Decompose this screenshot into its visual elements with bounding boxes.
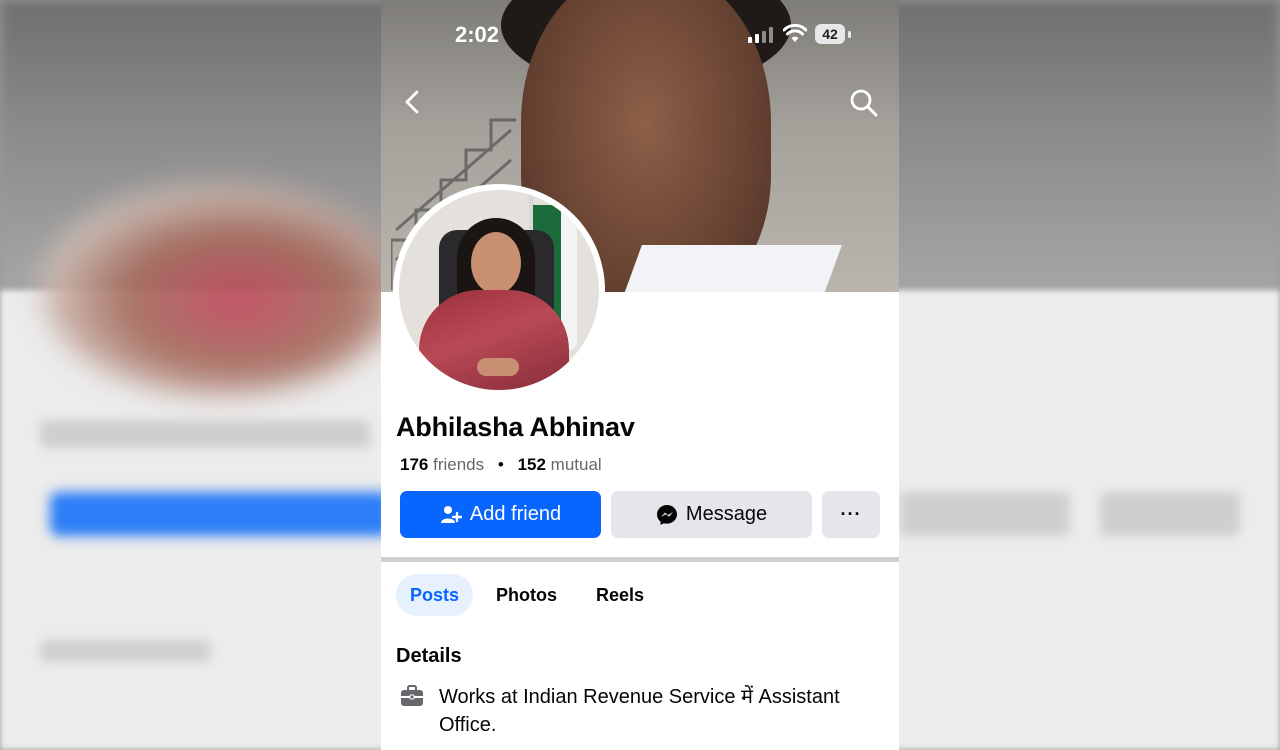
profile-name: Abhilasha Abhinav [396, 412, 635, 442]
search-icon[interactable] [847, 86, 881, 120]
profile-screen: 2:02 42 Abhilasha Abhinav 176 friends • … [381, 0, 899, 750]
add-friend-label: Add friend [469, 503, 562, 525]
blurred-details-backdrop [40, 640, 210, 662]
cover-shirt [620, 245, 842, 292]
blurred-button-backdrop [50, 492, 390, 536]
work-detail-line-1: Works at Indian Revenue Service में Assi… [439, 686, 840, 708]
tab-posts[interactable]: Posts [396, 574, 474, 616]
blurred-message-backdrop [900, 492, 1070, 536]
message-label: Message [685, 503, 768, 525]
blurred-avatar-backdrop [40, 185, 400, 395]
message-button[interactable]: Message [611, 491, 812, 538]
battery-nub [848, 31, 851, 38]
more-options-button[interactable]: ··· [822, 491, 880, 538]
blurred-more-backdrop [1100, 492, 1240, 536]
messenger-icon [656, 504, 677, 525]
wifi-icon [783, 24, 807, 42]
add-friend-button[interactable]: Add friend [400, 491, 601, 538]
work-detail: Works at Indian Revenue Service में Assi… [439, 683, 879, 739]
section-divider [381, 557, 899, 562]
avatar-hands [477, 358, 519, 376]
tab-reels[interactable]: Reels [582, 574, 658, 616]
stats-separator: • [497, 455, 504, 474]
blurred-name-backdrop [40, 420, 370, 448]
details-heading: Details [396, 645, 462, 667]
friends-count[interactable]: 176 [400, 455, 428, 474]
briefcase-icon [401, 685, 423, 706]
battery-indicator: 42 [815, 24, 845, 44]
chevron-left-icon[interactable] [397, 86, 429, 118]
avatar-face [471, 232, 521, 294]
add-person-icon [440, 505, 462, 523]
status-time: 2:02 [455, 22, 500, 47]
profile-avatar[interactable] [399, 190, 599, 390]
work-detail-line-2: Office. [439, 714, 497, 736]
friends-label[interactable]: friends [433, 455, 484, 474]
mutual-count[interactable]: 152 [518, 455, 546, 474]
friend-stats: 176 friends • 152 mutual [400, 455, 602, 475]
tab-photos[interactable]: Photos [482, 574, 571, 616]
status-bar: 2:02 42 [381, 18, 899, 52]
cellular-signal-icon [748, 27, 773, 43]
mutual-label[interactable]: mutual [551, 455, 602, 474]
